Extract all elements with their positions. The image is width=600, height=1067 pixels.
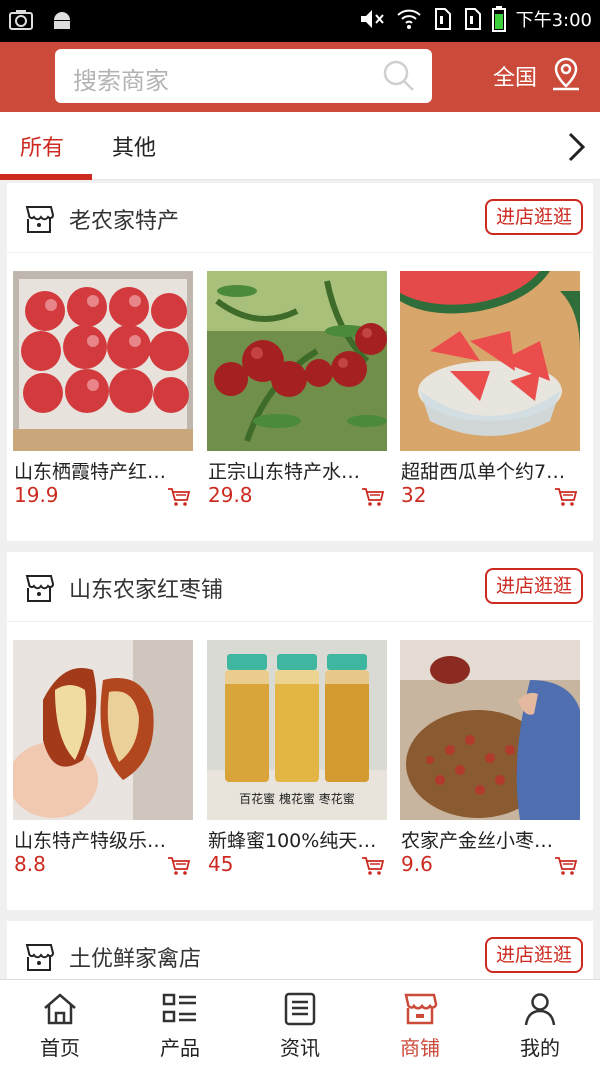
product-image[interactable]: [13, 271, 193, 451]
product-image[interactable]: [400, 271, 580, 451]
enter-store-button[interactable]: 进店逛逛: [485, 937, 583, 973]
product-image-caption: 百花蜜 槐花蜜 枣花蜜: [239, 792, 355, 806]
product-name: 新蜂蜜100%纯天…: [208, 830, 377, 852]
store-icon: [404, 993, 438, 1025]
cart-icon[interactable]: [554, 856, 578, 876]
cart-icon[interactable]: [167, 856, 191, 876]
store-icon: [25, 944, 55, 971]
store-header[interactable]: 山东农家红枣铺 进店逛逛: [7, 552, 593, 622]
enter-store-button[interactable]: 进店逛逛: [485, 199, 583, 235]
store-card: 山东农家红枣铺 进店逛逛 山东特产特级乐… 8.8 百花蜜 槐花蜜 枣花蜜 新蜂…: [7, 552, 593, 910]
tab-other[interactable]: 其他: [112, 130, 156, 162]
product-price: 9.6: [401, 852, 433, 876]
sim2-icon: [464, 8, 481, 30]
nav-home[interactable]: 首页: [0, 980, 120, 1067]
product-item[interactable]: 超甜西瓜单个约7… 32: [400, 271, 580, 507]
product-image[interactable]: [207, 271, 387, 451]
product-image[interactable]: [13, 640, 193, 820]
nav-news[interactable]: 资讯: [240, 980, 360, 1067]
product-price: 45: [208, 852, 234, 876]
store-name: 土优鲜家禽店: [69, 947, 202, 972]
product-item[interactable]: 山东特产特级乐… 8.8: [13, 640, 193, 876]
cart-icon[interactable]: [361, 856, 385, 876]
store-header[interactable]: 土优鲜家禽店 进店逛逛: [7, 921, 593, 979]
sim1-icon: [434, 8, 451, 30]
nav-products[interactable]: 产品: [120, 980, 240, 1067]
category-tabs: 所有 其他: [0, 112, 600, 180]
nav-label: 我的: [520, 1036, 560, 1060]
chevron-right-icon[interactable]: [563, 130, 589, 164]
nav-label: 首页: [40, 1036, 80, 1060]
camera-icon: [9, 10, 33, 30]
news-icon: [284, 992, 316, 1026]
region-selector[interactable]: 全国: [493, 60, 537, 92]
search-placeholder: 搜索商家: [73, 67, 169, 95]
tab-all[interactable]: 所有: [20, 130, 64, 162]
product-name: 山东特产特级乐…: [14, 830, 167, 852]
status-time: 下午3:00: [515, 10, 592, 31]
product-name: 农家产金丝小枣…: [401, 830, 554, 852]
search-input[interactable]: 搜索商家: [55, 49, 432, 103]
list-icon: [162, 993, 196, 1023]
product-image[interactable]: [400, 640, 580, 820]
store-name: 山东农家红枣铺: [69, 578, 224, 603]
app-bar: 搜索商家 全国: [0, 42, 600, 112]
cart-icon[interactable]: [361, 487, 385, 507]
product-item[interactable]: 山东栖霞特产红… 19.9: [13, 271, 193, 507]
store-card: 老农家特产 进店逛逛 山东栖霞特产红… 19.9 正宗山东特产水… 29.8 超…: [7, 183, 593, 541]
product-name: 正宗山东特产水…: [208, 461, 361, 483]
cart-icon[interactable]: [167, 487, 191, 507]
wifi-icon: [396, 9, 421, 29]
location-pin-icon[interactable]: [550, 56, 582, 92]
product-item[interactable]: 百花蜜 槐花蜜 枣花蜜 新蜂蜜100%纯天… 45: [207, 640, 387, 876]
product-price: 19.9: [14, 483, 59, 507]
store-card: 土优鲜家禽店 进店逛逛: [7, 921, 593, 979]
bottom-navigation: 首页 产品 资讯 商铺 我的: [0, 979, 600, 1067]
nav-label: 资讯: [280, 1036, 320, 1060]
product-price: 29.8: [208, 483, 253, 507]
battery-icon: [491, 6, 506, 32]
nav-label: 商铺: [400, 1036, 440, 1060]
product-name: 山东栖霞特产红…: [14, 461, 167, 483]
store-icon: [25, 575, 55, 602]
active-tab-indicator: [0, 174, 92, 180]
enter-store-button[interactable]: 进店逛逛: [485, 568, 583, 604]
product-price: 32: [401, 483, 427, 507]
product-name: 超甜西瓜单个约7…: [401, 461, 566, 483]
store-icon: [25, 206, 55, 233]
store-name: 老农家特产: [69, 209, 180, 234]
nav-label: 产品: [160, 1036, 200, 1060]
status-bar: 下午3:00: [0, 0, 600, 42]
product-price: 8.8: [14, 852, 46, 876]
product-item[interactable]: 农家产金丝小枣… 9.6: [400, 640, 580, 876]
product-item[interactable]: 正宗山东特产水… 29.8: [207, 271, 387, 507]
user-icon: [524, 993, 556, 1026]
store-header[interactable]: 老农家特产 进店逛逛: [7, 183, 593, 253]
mute-icon: [360, 10, 384, 28]
cart-icon[interactable]: [554, 487, 578, 507]
android-icon: [54, 12, 70, 29]
home-icon: [44, 993, 76, 1025]
search-icon[interactable]: [382, 59, 416, 93]
nav-stores[interactable]: 商铺: [360, 980, 480, 1067]
product-image[interactable]: 百花蜜 槐花蜜 枣花蜜: [207, 640, 387, 820]
nav-profile[interactable]: 我的: [480, 980, 600, 1067]
